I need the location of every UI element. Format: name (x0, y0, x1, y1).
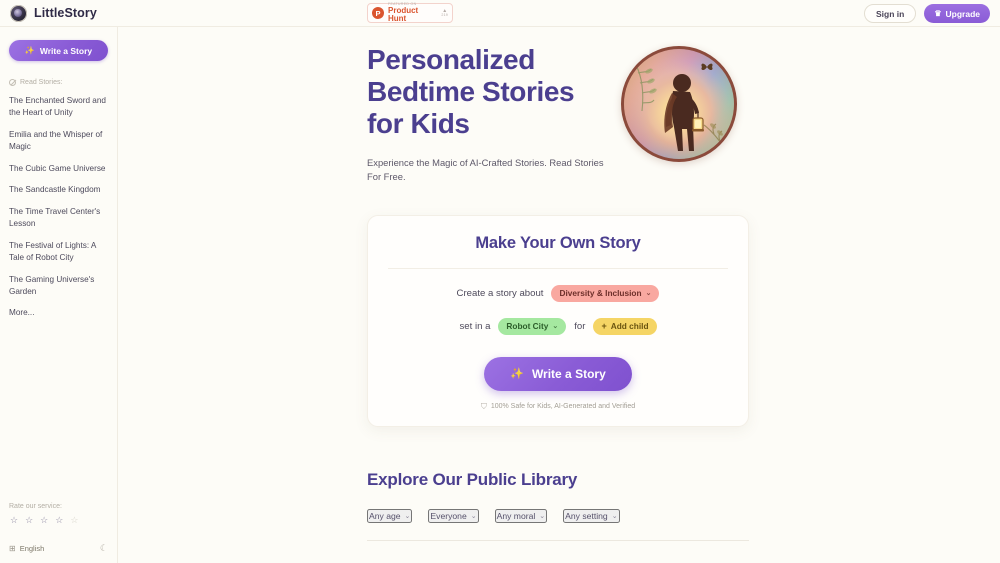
brand-name: LittleStory (34, 6, 97, 20)
chevron-down-icon: ⌄ (645, 289, 652, 297)
about-label: Create a story about (456, 287, 544, 299)
story-builder-title: Make Your Own Story (475, 233, 641, 252)
owl-badge-icon (10, 4, 27, 22)
hero-title-line3: for Kids (367, 107, 470, 139)
topic-value: Diversity & Inclusion (559, 288, 642, 299)
sidebar-story-item[interactable]: The Gaming Universe's Garden (9, 274, 108, 298)
chevron-down-icon: ⌄ (404, 512, 411, 520)
safety-note-text: 100% Safe for Kids, AI-Generated and Ver… (490, 403, 636, 411)
sidebar: ✨ Write a Story Read Stories: The Enchan… (0, 27, 118, 563)
brand-logo[interactable]: LittleStory (0, 4, 97, 22)
sidebar-story-list: The Enchanted Sword and the Heart of Uni… (9, 95, 108, 317)
no-entry-icon (9, 79, 16, 86)
filter-everyone-label: Everyone (430, 510, 467, 521)
explore-filters: Any age ⌄ Everyone ⌄ Any moral ⌄ Any set… (367, 508, 749, 523)
hero-subtitle: Experience the Magic of AI-Crafted Stori… (367, 156, 604, 183)
butterfly-icon (701, 63, 713, 71)
product-hunt-name: Product Hunt (388, 6, 419, 24)
chevron-down-icon: ⌄ (470, 512, 477, 520)
product-hunt-texts: FEATURED ON Product Hunt (388, 1, 437, 24)
upvote-count: 219 (441, 12, 448, 17)
filter-any-setting[interactable]: Any setting ⌄ (563, 508, 620, 523)
rating-star-3[interactable]: ☆ (40, 516, 48, 525)
sidebar-story-item[interactable]: The Festival of Lights: A Tale of Robot … (9, 240, 108, 264)
upgrade-button[interactable]: ♛ Upgrade (924, 4, 990, 23)
explore-title: Explore Our Public Library (367, 469, 578, 489)
hero-title-line2: Bedtime Stories (367, 75, 575, 107)
sidebar-story-item[interactable]: The Sandcastle Kingdom (9, 184, 108, 196)
read-stories-label: Read Stories: (20, 79, 63, 86)
foliage-right-icon (703, 123, 725, 148)
setting-row: set in a Robot City ⌄ for + Add child (368, 317, 748, 335)
globe-icon: ⊞ (9, 544, 16, 553)
rating-star-2[interactable]: ☆ (25, 516, 33, 525)
add-child-label: Add child (610, 321, 649, 332)
setting-value: Robot City (506, 321, 549, 332)
rate-service-label: Rate our service: (9, 503, 62, 510)
top-bar: LittleStory P FEATURED ON Product Hunt ▲… (0, 0, 1000, 27)
chevron-down-icon: ⌄ (611, 512, 618, 520)
rating-star-4[interactable]: ☆ (55, 516, 63, 525)
section-divider (367, 539, 749, 541)
rating-star-1[interactable]: ☆ (10, 516, 18, 525)
safety-note: ⛉ 100% Safe for Kids, AI-Generated and V… (368, 402, 748, 412)
filter-any-age-label: Any age (369, 510, 401, 521)
product-hunt-pretext: FEATURED ON (388, 1, 417, 6)
hero-text-block: Personalized Bedtime Stories for Kids Ex… (367, 44, 605, 185)
filter-any-age[interactable]: Any age ⌄ (367, 508, 413, 523)
sign-in-button[interactable]: Sign in (864, 4, 917, 23)
product-hunt-badge[interactable]: P FEATURED ON Product Hunt ▲ 219 (367, 1, 453, 24)
magic-wand-icon: ✨ (510, 368, 524, 381)
rating-star-5[interactable]: ☆ (70, 516, 78, 525)
sidebar-story-item[interactable]: Emilia and the Whisper of Magic (9, 129, 108, 153)
product-hunt-upvotes: ▲ 219 (441, 8, 448, 18)
filter-any-setting-label: Any setting (565, 510, 608, 521)
language-selector[interactable]: ⊞ English (9, 544, 44, 553)
cta-wrapper: ✨ Write a Story (368, 356, 748, 391)
sidebar-story-item[interactable]: The Time Travel Center's Lesson (9, 206, 108, 230)
sidebar-story-item[interactable]: The Cubic Game Universe (9, 163, 108, 175)
write-story-label: Write a Story (531, 366, 606, 381)
chevron-down-icon: ⌄ (552, 322, 559, 330)
crown-icon: ♛ (934, 8, 942, 18)
chevron-down-icon: ⌄ (539, 512, 546, 520)
shield-check-icon: ⛉ (480, 401, 487, 411)
upgrade-label: Upgrade (945, 8, 980, 19)
hero-section: Personalized Bedtime Stories for Kids Ex… (367, 44, 749, 185)
page-title: Personalized Bedtime Stories for Kids (367, 44, 605, 140)
hero-title-line1: Personalized (367, 44, 535, 75)
language-label: English (19, 544, 45, 553)
read-stories-heading: Read Stories: (9, 79, 108, 86)
app-root: LittleStory P FEATURED ON Product Hunt ▲… (0, 0, 1000, 563)
setting-label: set in a (459, 320, 491, 332)
write-story-button[interactable]: ✨ Write a Story (484, 356, 632, 391)
add-child-button[interactable]: + Add child (593, 317, 657, 335)
child-with-lantern-illustration (621, 46, 737, 162)
top-bar-actions: Sign in ♛ Upgrade (864, 0, 990, 27)
sidebar-write-story-label: Write a Story (39, 45, 93, 56)
body-row: ✨ Write a Story Read Stories: The Enchan… (0, 27, 1000, 563)
card-divider (388, 267, 728, 269)
filter-any-moral-label: Any moral (496, 510, 536, 521)
magic-wand-icon: ✨ (24, 46, 35, 55)
sidebar-more-link[interactable]: More... (9, 308, 108, 317)
rating-stars[interactable]: ☆ ☆ ☆ ☆ ☆ (9, 516, 108, 525)
filter-everyone[interactable]: Everyone ⌄ (428, 508, 479, 523)
filter-any-moral[interactable]: Any moral ⌄ (494, 508, 548, 523)
topic-select[interactable]: Diversity & Inclusion ⌄ (551, 284, 660, 302)
sidebar-footer: Rate our service: ☆ ☆ ☆ ☆ ☆ ⊞ English ☾ (9, 503, 108, 563)
product-hunt-icon: P (372, 7, 384, 19)
main-content: Personalized Bedtime Stories for Kids Ex… (118, 27, 1000, 563)
sidebar-write-story-button[interactable]: ✨ Write a Story (9, 40, 108, 61)
plus-icon: + (601, 320, 607, 331)
sidebar-bottom-row: ⊞ English ☾ (9, 543, 108, 554)
sidebar-story-item[interactable]: The Enchanted Sword and the Heart of Uni… (9, 95, 108, 119)
setting-select[interactable]: Robot City ⌄ (498, 317, 567, 335)
content-column: Personalized Bedtime Stories for Kids Ex… (367, 27, 749, 541)
foliage-left-icon (635, 64, 657, 112)
story-builder-card: Make Your Own Story Create a story about… (367, 214, 749, 427)
topic-row: Create a story about Diversity & Inclusi… (368, 284, 748, 302)
moon-icon[interactable]: ☾ (100, 543, 108, 554)
for-label: for (574, 320, 586, 332)
